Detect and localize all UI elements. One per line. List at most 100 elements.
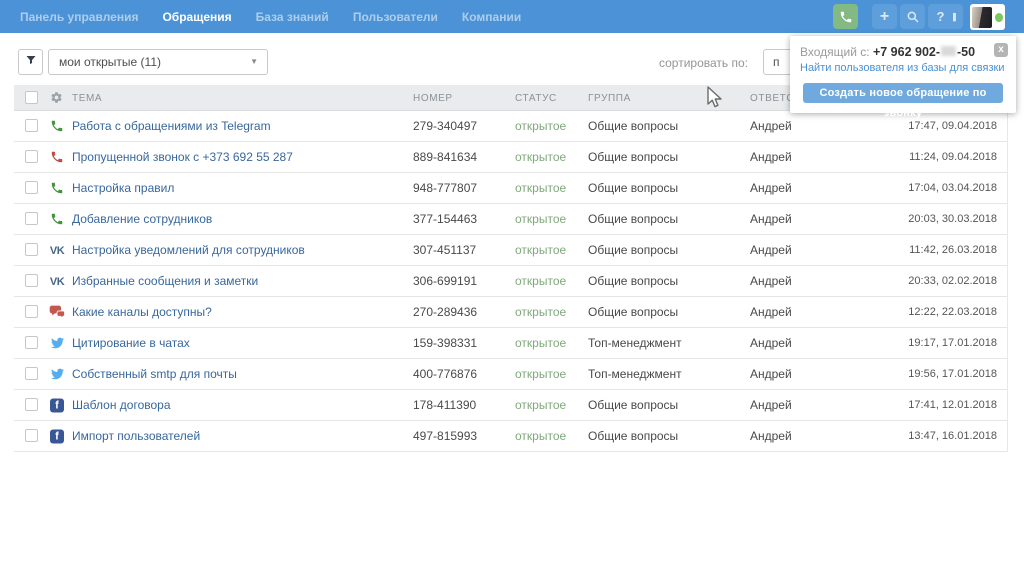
row-checkbox[interactable]: [25, 274, 38, 287]
incoming-call-popup: x Входящий с: +7 962 902--50 Найти польз…: [790, 36, 1016, 113]
header-group[interactable]: ГРУППА: [588, 93, 631, 104]
ticket-theme-link[interactable]: Какие каналы доступны?: [72, 297, 212, 328]
nav-item-3[interactable]: База знаний: [256, 10, 329, 24]
ticket-theme-link[interactable]: Пропущенной звонок с +373 692 55 287: [72, 142, 293, 173]
funnel-icon: [25, 53, 37, 71]
ticket-assignee: Андрей: [750, 235, 792, 266]
add-icon: +: [880, 9, 889, 25]
row-checkbox[interactable]: [25, 181, 38, 194]
table-row[interactable]: Пропущенной звонок с +373 692 55 287 889…: [14, 142, 1007, 173]
create-ticket-from-call-button[interactable]: Создать новое обращение по звонку: [803, 83, 1003, 103]
link-user-lookup[interactable]: Найти пользователя из базы для связки: [800, 62, 1006, 74]
incoming-call-line: Входящий с: +7 962 902--50: [800, 45, 1006, 59]
row-checkbox[interactable]: [25, 119, 38, 132]
row-checkbox[interactable]: [25, 243, 38, 256]
table-row[interactable]: Работа с обращениями из Telegram 279-340…: [14, 111, 1007, 142]
ticket-time: 20:33, 02.02.2018: [908, 266, 997, 297]
filter-dropdown[interactable]: мои открытые (11) ▼: [48, 49, 268, 75]
gear-icon[interactable]: [50, 91, 63, 104]
select-all-checkbox[interactable]: [25, 91, 38, 104]
ticket-assignee: Андрей: [750, 266, 792, 297]
help-icon: ?: [937, 9, 945, 24]
row-checkbox[interactable]: [25, 336, 38, 349]
ticket-assignee: Андрей: [750, 204, 792, 235]
ticket-number: 377-154463: [413, 204, 477, 235]
ticket-time: 17:41, 12.01.2018: [908, 390, 997, 421]
twitter-icon: [48, 368, 66, 381]
ticket-number: 497-815993: [413, 421, 477, 452]
ticket-status: открытое: [515, 111, 566, 142]
close-icon[interactable]: x: [994, 43, 1008, 57]
row-checkbox[interactable]: [25, 150, 38, 163]
ticket-time: 19:56, 17.01.2018: [908, 359, 997, 390]
ticket-time: 11:24, 09.04.2018: [909, 142, 997, 173]
table-row[interactable]: Настройка правил 948-777807 открытое Общ…: [14, 173, 1007, 204]
phone-icon: [839, 10, 853, 24]
ticket-theme-link[interactable]: Настройка уведомлений для сотрудников: [72, 235, 305, 266]
table-row[interactable]: f Импорт пользователей 497-815993 открыт…: [14, 421, 1007, 452]
table-row[interactable]: VK Настройка уведомлений для сотрудников…: [14, 235, 1007, 266]
phone-call-button[interactable]: [833, 4, 858, 29]
row-checkbox[interactable]: [25, 305, 38, 318]
ticket-theme-link[interactable]: Цитирование в чатах: [72, 328, 190, 359]
incoming-call-icon: [48, 119, 66, 133]
table-row[interactable]: f Шаблон договора 178-411390 открытое Об…: [14, 390, 1007, 421]
ticket-group: Топ-менеджмент: [588, 359, 682, 390]
caller-phone-suffix: -50: [957, 45, 975, 59]
ticket-group: Общие вопросы: [588, 142, 678, 173]
user-avatar-button[interactable]: [970, 4, 1005, 30]
ticket-status: открытое: [515, 235, 566, 266]
table-row[interactable]: Какие каналы доступны? 270-289436 открыт…: [14, 297, 1007, 328]
ticket-assignee: Андрей: [750, 173, 792, 204]
nav-items: Панель управления Обращения База знаний Пол…: [0, 0, 1024, 33]
search-icon: [906, 10, 920, 24]
vk-icon: VK: [48, 274, 66, 288]
filter-button[interactable]: [18, 49, 43, 75]
facebook-icon: f: [48, 429, 66, 444]
header-number[interactable]: НОМЕР: [413, 93, 453, 104]
ticket-theme-link[interactable]: Работа с обращениями из Telegram: [72, 111, 271, 142]
ticket-status: открытое: [515, 266, 566, 297]
ticket-group: Общие вопросы: [588, 266, 678, 297]
ticket-number: 159-398331: [413, 328, 477, 359]
nav-item-5[interactable]: Компании: [462, 10, 521, 24]
presence-dot-icon: [995, 13, 1003, 22]
header-status[interactable]: СТАТУС: [515, 93, 557, 104]
ticket-group: Общие вопросы: [588, 111, 678, 142]
nav-item-4[interactable]: Пользователи: [353, 10, 438, 24]
table-row[interactable]: VK Избранные сообщения и заметки 306-699…: [14, 266, 1007, 297]
chevron-down-icon: ▼: [250, 50, 258, 74]
help-button[interactable]: ?: [928, 4, 953, 29]
facebook-icon: f: [48, 398, 66, 413]
ticket-theme-link[interactable]: Избранные сообщения и заметки: [72, 266, 258, 297]
ticket-theme-link[interactable]: Добавление сотрудников: [72, 204, 212, 235]
ticket-time: 13:47, 16.01.2018: [908, 421, 997, 452]
row-checkbox[interactable]: [25, 429, 38, 442]
header-theme[interactable]: ТЕМА: [72, 93, 102, 104]
table-row[interactable]: Добавление сотрудников 377-154463 открыт…: [14, 204, 1007, 235]
ticket-group: Топ-менеджмент: [588, 328, 682, 359]
ticket-group: Общие вопросы: [588, 297, 678, 328]
table-row[interactable]: Собственный smtp для почты 400-776876 от…: [14, 359, 1007, 390]
row-checkbox[interactable]: [25, 212, 38, 225]
row-checkbox[interactable]: [25, 398, 38, 411]
add-button[interactable]: +: [872, 4, 897, 29]
phone-masked-segment: [941, 46, 956, 56]
ticket-theme-link[interactable]: Настройка правил: [72, 173, 174, 204]
ticket-status: открытое: [515, 297, 566, 328]
nav-item-2[interactable]: Обращения: [162, 10, 231, 24]
nav-item-1[interactable]: Панель управления: [20, 10, 138, 24]
ticket-time: 19:17, 17.01.2018: [908, 328, 997, 359]
ticket-theme-link[interactable]: Шаблон договора: [72, 390, 171, 421]
vk-icon: VK: [48, 243, 66, 257]
sort-dropdown-value: п: [773, 55, 780, 69]
ticket-number: 889-841634: [413, 142, 477, 173]
ticket-group: Общие вопросы: [588, 235, 678, 266]
search-button[interactable]: [900, 4, 925, 29]
ticket-theme-link[interactable]: Импорт пользователей: [72, 421, 200, 452]
tickets-table: ТЕМА НОМЕР СТАТУС ГРУППА ОТВЕТСТВЕННЫЙ Р…: [14, 85, 1008, 452]
ticket-theme-link[interactable]: Собственный smtp для почты: [72, 359, 237, 390]
row-checkbox[interactable]: [25, 367, 38, 380]
chat-icon: [48, 305, 66, 319]
table-row[interactable]: Цитирование в чатах 159-398331 открытое …: [14, 328, 1007, 359]
